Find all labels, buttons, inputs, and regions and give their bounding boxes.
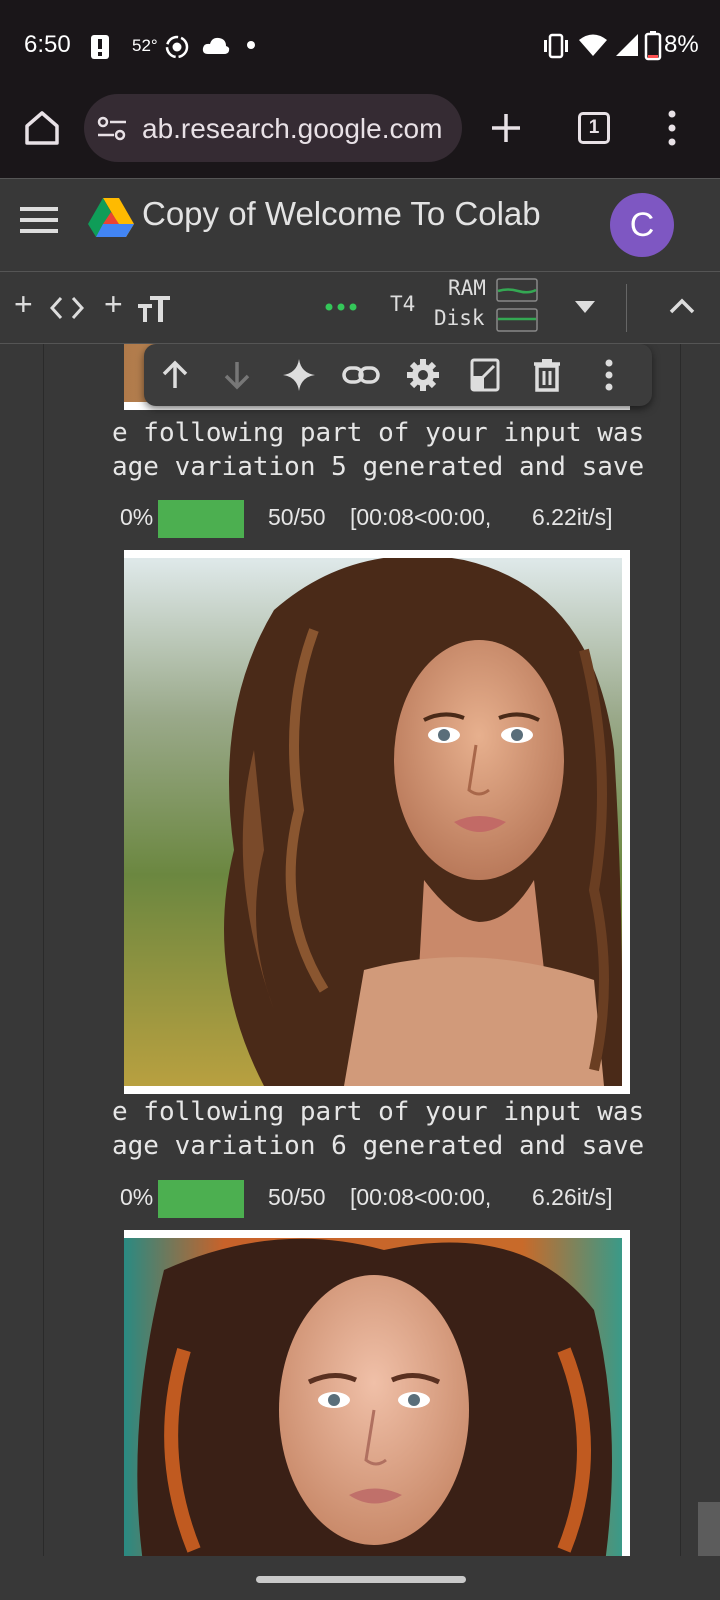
output-text-line: e following part of your input was <box>112 1097 645 1127</box>
tabs-icon[interactable]: 1 <box>578 112 610 144</box>
address-bar[interactable]: ab.research.google.com <box>84 94 462 162</box>
google-drive-icon <box>88 198 134 237</box>
progress-count: 50/50 <box>268 504 326 530</box>
add-text-cell-button[interactable]: + <box>104 286 174 326</box>
trash-icon[interactable] <box>528 356 566 394</box>
menu-icon[interactable] <box>20 205 58 235</box>
add-code-plus: + <box>14 286 33 322</box>
avatar[interactable]: C <box>610 193 674 257</box>
tab-count: 1 <box>588 117 600 138</box>
colab-toolbar: + + T4 RAM Disk <box>0 272 720 344</box>
text-format-icon <box>138 296 170 322</box>
progress-rate: 6.26it/s] <box>532 1184 613 1210</box>
toolbar-divider <box>626 284 627 332</box>
link-icon[interactable] <box>342 356 380 394</box>
gear-icon[interactable] <box>404 356 442 394</box>
runtime-type[interactable]: T4 <box>390 292 415 316</box>
notebook-content[interactable]: e following part of your input was age v… <box>0 344 720 1556</box>
progress-timing: [00:08<00:00, <box>350 504 492 530</box>
status-time: 6:50 <box>24 31 71 58</box>
assistant-icon <box>165 35 189 59</box>
status-battery: 8% <box>664 31 699 58</box>
output-text-line: age variation 5 generated and save <box>112 452 645 482</box>
alert-icon <box>91 35 109 59</box>
arrow-up-icon[interactable] <box>156 356 194 394</box>
add-code-cell-button[interactable]: + <box>14 286 84 326</box>
cell-right-gutter <box>680 344 720 1556</box>
home-gesture-handle[interactable] <box>256 1576 466 1583</box>
code-icon <box>50 296 84 320</box>
disk-label: Disk <box>434 306 485 330</box>
vibrate-icon <box>544 33 568 59</box>
battery-icon <box>644 31 662 61</box>
site-settings-icon[interactable] <box>96 116 128 142</box>
output-image-6 <box>124 1230 630 1556</box>
status-temperature: 52° <box>132 36 158 55</box>
browser-toolbar: ab.research.google.com 1 <box>0 92 720 178</box>
portrait-image <box>124 1230 630 1556</box>
sparkle-icon[interactable] <box>280 356 318 394</box>
portrait-image <box>124 550 630 1094</box>
progress-timing: [00:08<00:00, <box>350 1184 492 1210</box>
ram-meter[interactable] <box>496 278 538 302</box>
ram-label: RAM <box>448 276 486 300</box>
url-text: ab.research.google.com <box>142 113 443 144</box>
mirror-icon[interactable] <box>466 356 504 394</box>
progress-bar <box>158 1180 244 1218</box>
cell-left-gutter <box>0 344 44 1556</box>
home-icon[interactable] <box>22 108 62 148</box>
disk-meter[interactable] <box>496 308 538 332</box>
status-bar: 6:50 52° 8% <box>0 0 720 92</box>
more-vert-icon[interactable] <box>666 108 678 148</box>
progress-rate: 6.22it/s] <box>532 504 613 530</box>
output-text-line: age variation 6 generated and save <box>112 1131 645 1161</box>
add-text-plus: + <box>104 286 123 322</box>
progress-percent: 0% <box>120 1184 154 1210</box>
progress-bar <box>158 500 244 538</box>
signal-icon <box>616 34 638 56</box>
progress-count: 50/50 <box>268 1184 326 1210</box>
more-vert-icon[interactable] <box>590 356 628 394</box>
avatar-letter: C <box>629 206 655 244</box>
gesture-nav-bar <box>0 1556 720 1600</box>
output-text-line: e following part of your input was <box>112 418 645 448</box>
output-image-5 <box>124 550 630 1094</box>
arrow-down-icon[interactable] <box>218 356 256 394</box>
dot-icon <box>247 41 255 49</box>
notebook-title[interactable]: Copy of Welcome To Colab <box>142 195 541 233</box>
progress-percent: 0% <box>120 504 154 530</box>
runtime-status-icon <box>325 303 357 311</box>
scrollbar-thumb[interactable] <box>698 1502 720 1556</box>
cloud-icon <box>202 37 230 54</box>
new-tab-icon[interactable] <box>490 112 522 144</box>
chevron-down-icon[interactable] <box>574 300 596 314</box>
chevron-up-icon[interactable] <box>668 296 696 316</box>
wifi-icon <box>579 34 607 56</box>
cell-toolbar <box>144 344 652 406</box>
colab-header: Copy of Welcome To Colab C <box>0 178 720 272</box>
